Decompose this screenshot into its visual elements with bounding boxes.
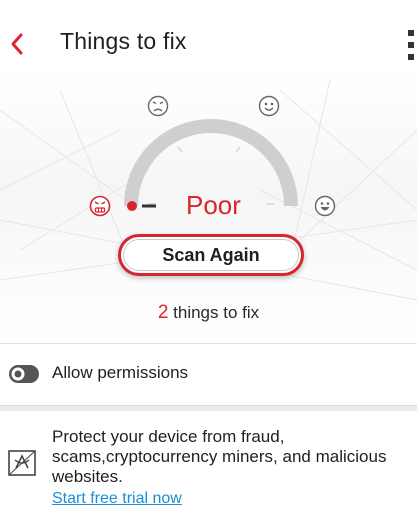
fix-count-suffix: things to fix	[168, 303, 260, 322]
things-to-fix-summary: 2 things to fix	[0, 302, 417, 324]
smile-face-icon	[258, 95, 280, 117]
more-vertical-icon[interactable]	[404, 29, 417, 65]
page-title: Things to fix	[60, 28, 187, 54]
back-chevron-icon[interactable]	[8, 30, 28, 58]
scan-again-button[interactable]: Scan Again	[118, 234, 304, 276]
angry-face-icon	[89, 195, 111, 217]
gauge-indicator-dot	[127, 201, 137, 211]
start-free-trial-link[interactable]: Start free trial now	[52, 490, 182, 508]
allow-permissions-label: Allow permissions	[52, 363, 189, 382]
shield-icon	[6, 446, 40, 480]
happy-face-icon	[314, 195, 336, 217]
list-item-allow-permissions[interactable]: Allow permissions	[0, 350, 417, 400]
section-divider	[0, 405, 417, 411]
toggle-icon	[8, 364, 40, 384]
gauge-status-label: Poor	[186, 190, 241, 220]
sad-face-icon	[147, 95, 169, 117]
divider	[0, 343, 417, 344]
list-item-protect-device[interactable]: Protect your device from fraud, scams,cr…	[0, 414, 417, 517]
fix-count-number: 2	[157, 302, 169, 323]
protect-description: Protect your device from fraud, scams,cr…	[52, 427, 387, 486]
